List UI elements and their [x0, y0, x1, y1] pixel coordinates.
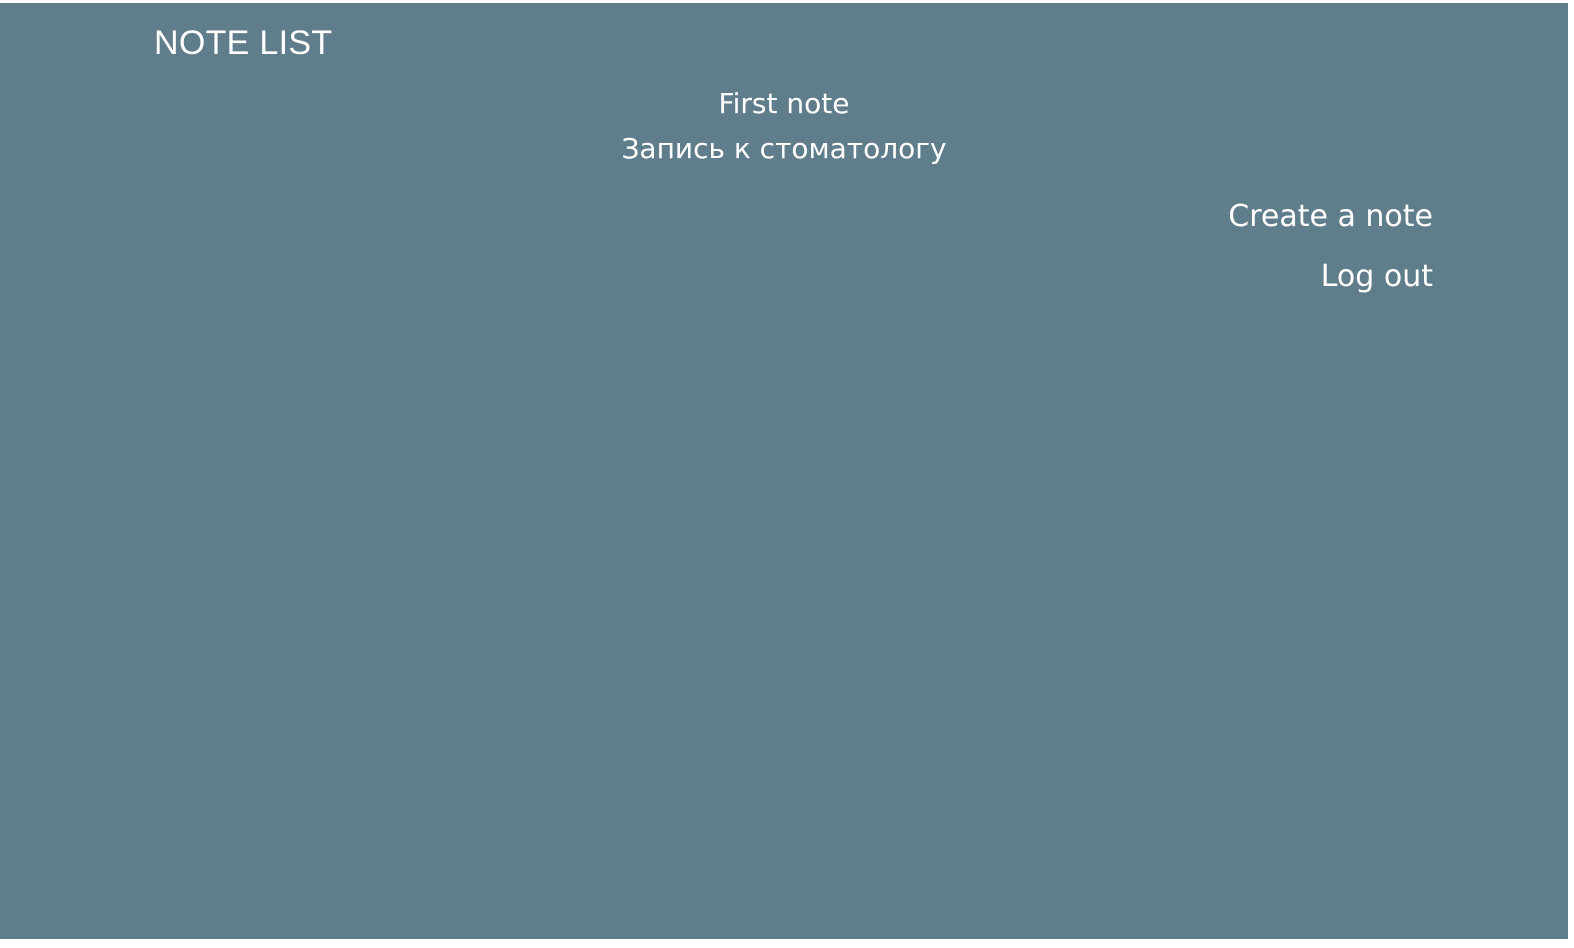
- app-container: NOTE LIST First note Запись к стоматолог…: [0, 3, 1568, 939]
- note-list: First note Запись к стоматологу: [0, 81, 1568, 171]
- note-link-first-note[interactable]: First note: [719, 87, 850, 120]
- list-item: First note: [0, 81, 1568, 126]
- note-link-dentist-appointment[interactable]: Запись к стоматологу: [621, 132, 946, 165]
- logout-link[interactable]: Log out: [1228, 255, 1433, 299]
- action-links: Create a note Log out: [1228, 195, 1433, 315]
- page-title: NOTE LIST: [154, 24, 333, 62]
- list-item: Запись к стоматологу: [0, 126, 1568, 171]
- create-note-link[interactable]: Create a note: [1228, 195, 1433, 239]
